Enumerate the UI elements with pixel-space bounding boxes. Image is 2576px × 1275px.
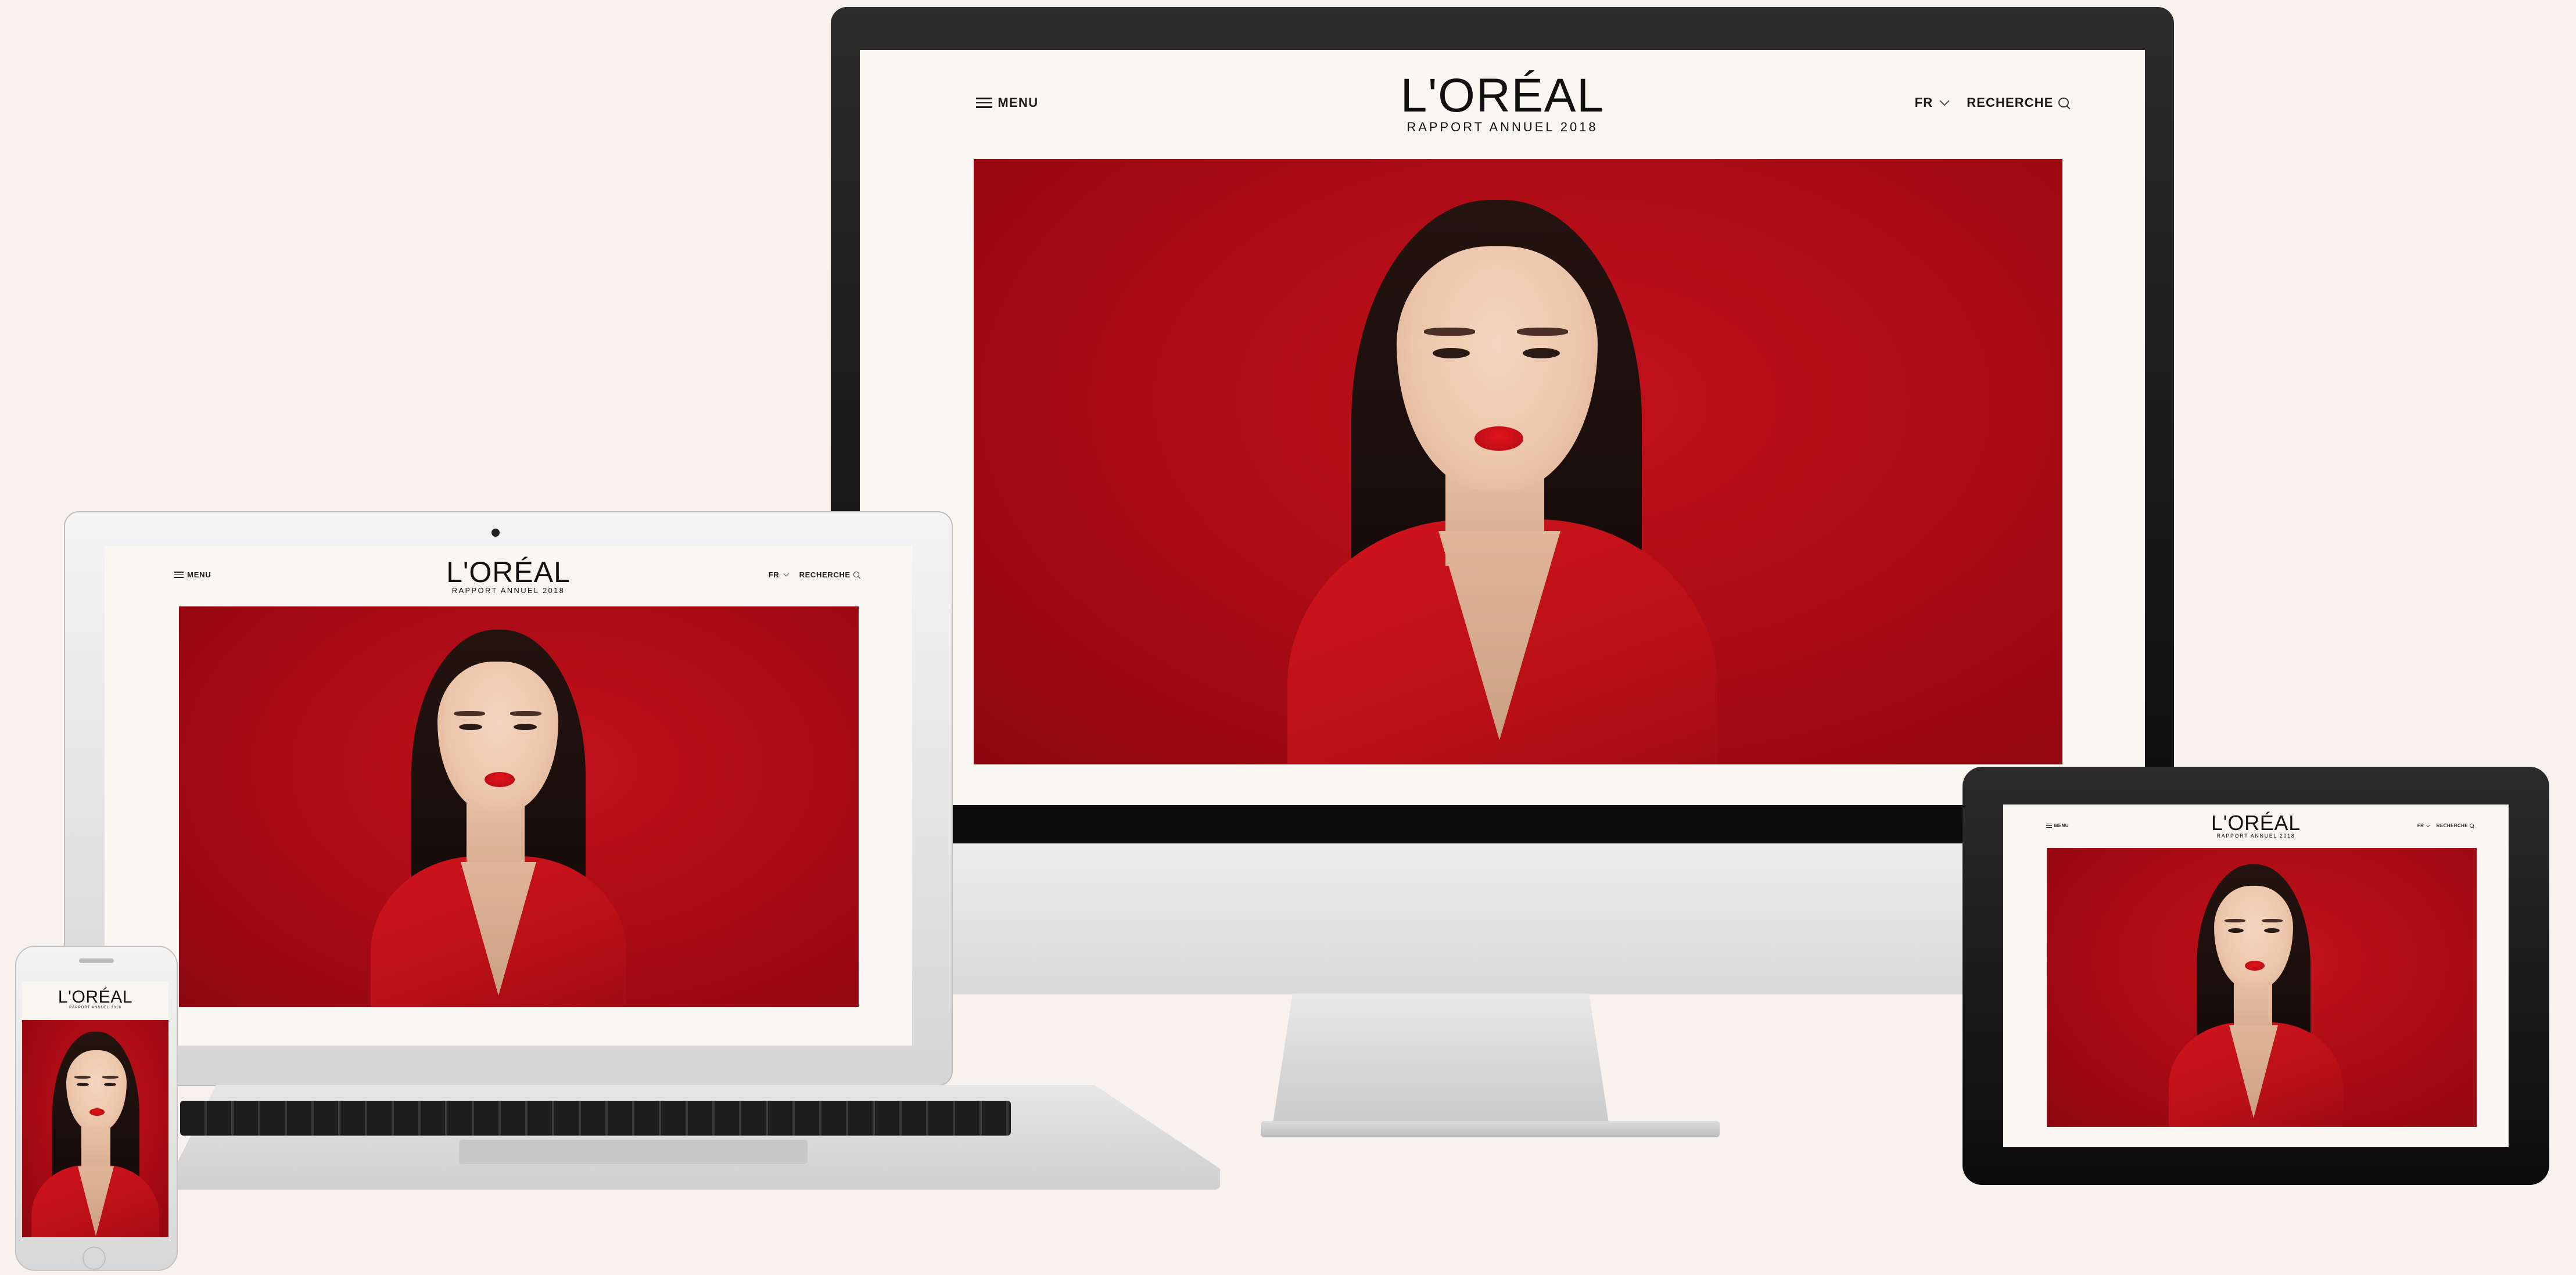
- language-selector[interactable]: FR: [769, 570, 780, 579]
- menu-label: MENU: [998, 95, 1039, 110]
- chevron-down-icon: [783, 570, 790, 577]
- monitor-device: MENU L'ORÉAL RAPPORT ANNUEL 2018 FR RECH…: [831, 7, 2174, 994]
- report-subtitle: RAPPORT ANNUEL 2018: [451, 586, 565, 595]
- brand-logo[interactable]: L'ORÉAL RAPPORT ANNUEL 2018: [1401, 72, 1605, 134]
- search-icon[interactable]: [2470, 824, 2474, 828]
- menu-button[interactable]: MENU: [976, 95, 1038, 110]
- model-portrait: [2047, 848, 2477, 1127]
- chevron-down-icon: [1939, 96, 1950, 106]
- hamburger-menu-icon: [2046, 824, 2052, 828]
- red-lips: [2245, 961, 2265, 971]
- logo-text: L'ORÉAL: [1400, 69, 1605, 122]
- search-button[interactable]: RECHERCHE: [1967, 95, 2053, 110]
- search-icon[interactable]: [853, 571, 860, 578]
- hero-image: [22, 1020, 168, 1237]
- brand-logo[interactable]: L'ORÉAL RAPPORT ANNUEL 2018: [446, 558, 571, 594]
- hero-image: [974, 159, 2062, 764]
- menu-label: MENU: [2054, 823, 2069, 828]
- language-selector[interactable]: FR: [2417, 823, 2424, 828]
- logo-text: L'ORÉAL: [58, 987, 133, 1007]
- desktop-screen: MENU L'ORÉAL RAPPORT ANNUEL 2018 FR RECH…: [860, 50, 2145, 805]
- hamburger-menu-icon: [174, 572, 184, 578]
- logo-text: L'ORÉAL: [2211, 811, 2301, 835]
- brand-logo[interactable]: L'ORÉAL RAPPORT ANNUEL 2018: [58, 989, 132, 1010]
- menu-button[interactable]: MENU: [174, 570, 211, 579]
- menu-label: MENU: [187, 570, 211, 579]
- red-lips: [485, 772, 515, 787]
- report-subtitle: RAPPORT ANNUEL 2018: [1407, 120, 1598, 134]
- red-lips: [89, 1108, 105, 1116]
- keyboard: [180, 1101, 1011, 1136]
- laptop-device: MENU L'ORÉAL RAPPORT ANNUEL 2018 FR RECH…: [64, 511, 953, 1086]
- hero-image: [179, 606, 859, 1007]
- monitor-stand-base: [1272, 993, 1609, 1127]
- tablet-screen: MENU L'ORÉAL RAPPORT ANNUEL 2018 FR RECH…: [2003, 804, 2509, 1147]
- model-portrait: [179, 606, 859, 1007]
- phone-screen: L'ORÉAL RAPPORT ANNUEL 2018: [22, 982, 168, 1237]
- search-button[interactable]: RECHERCHE: [2437, 823, 2468, 828]
- search-icon[interactable]: [2058, 97, 2069, 109]
- brand-logo[interactable]: L'ORÉAL RAPPORT ANNUEL 2018: [2211, 813, 2301, 839]
- language-selector[interactable]: FR: [1915, 95, 1933, 110]
- menu-button[interactable]: MENU: [2046, 823, 2069, 828]
- hero-image: [2047, 848, 2477, 1127]
- laptop-screen: MENU L'ORÉAL RAPPORT ANNUEL 2018 FR RECH…: [105, 546, 912, 1046]
- hamburger-menu-icon: [976, 98, 992, 108]
- trackpad: [459, 1140, 808, 1164]
- model-portrait: [974, 159, 2062, 764]
- red-lips: [1474, 426, 1523, 451]
- report-subtitle: RAPPORT ANNUEL 2018: [2216, 833, 2295, 839]
- search-button[interactable]: RECHERCHE: [799, 570, 851, 579]
- webcam-dot: [491, 529, 500, 537]
- phone-home-button[interactable]: [82, 1247, 106, 1270]
- model-portrait: [22, 1020, 168, 1237]
- phone-speaker: [79, 958, 114, 963]
- chevron-down-icon: [2426, 823, 2431, 827]
- logo-text: L'ORÉAL: [446, 556, 571, 588]
